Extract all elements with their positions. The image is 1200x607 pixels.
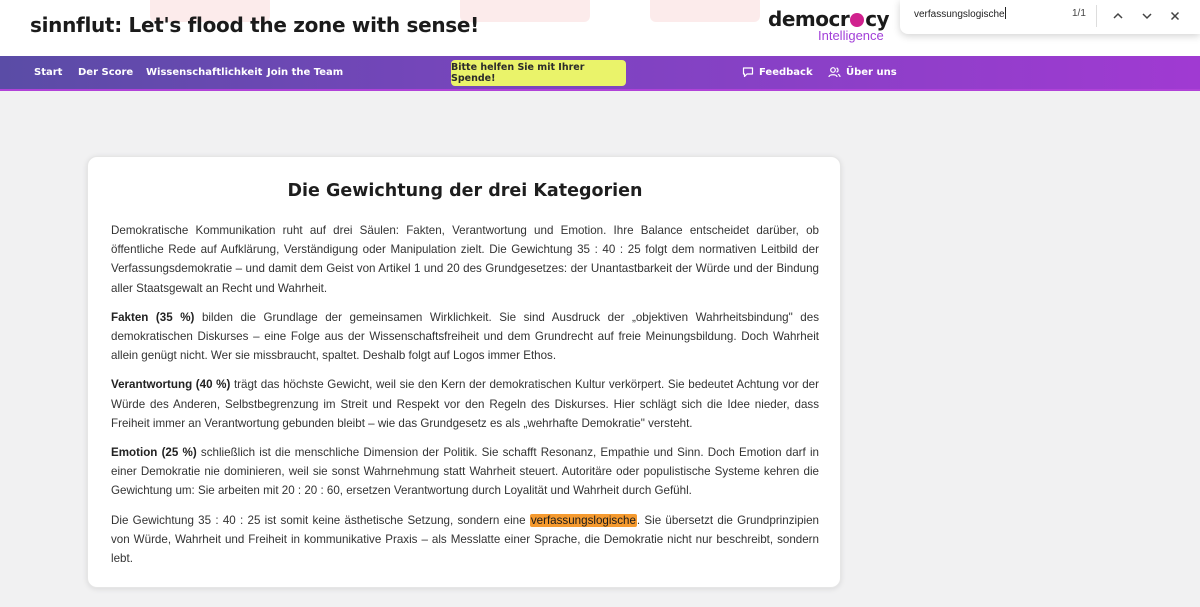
nav-item-start[interactable]: Start <box>34 67 62 78</box>
donate-button[interactable]: Bitte helfen Sie mit Ihrer Spende! <box>451 60 626 86</box>
article-body: Demokratische Kommunikation ruht auf dre… <box>111 221 819 578</box>
find-close-button[interactable] <box>1164 5 1186 27</box>
main-navigation: Start Der Score Wissenschaftlichkeit Joi… <box>0 56 1200 91</box>
paragraph-verantwortung: Verantwortung (40 %) trägt das höchste G… <box>111 378 819 430</box>
logo-dot-icon <box>850 13 865 27</box>
nav-item-join-the-team[interactable]: Join the Team <box>267 67 343 78</box>
users-icon <box>828 67 841 78</box>
paragraph-fakten: Fakten (35 %) bilden die Grundlage der g… <box>111 310 819 363</box>
article-title: Die Gewichtung der drei Kategorien <box>287 181 643 201</box>
find-input[interactable]: verfassungslogische <box>914 7 1006 20</box>
nav-item-wissenschaftlichkeit[interactable]: Wissenschaftlichkeit <box>146 67 262 78</box>
logo-subtitle: Intelligence <box>818 28 884 43</box>
logo-wordmark: democr cy <box>768 7 890 31</box>
close-icon <box>1170 11 1180 21</box>
article-card: Die Gewichtung der drei Kategorien Demok… <box>87 156 841 588</box>
paragraph-conclusion: Die Gewichtung 35 : 40 : 25 ist somit ke… <box>111 513 819 566</box>
about-label: Über uns <box>846 66 897 78</box>
term-emotion: Emotion (25 %) <box>111 446 197 460</box>
find-match-count: 1/1 <box>1072 8 1086 19</box>
chevron-up-icon <box>1113 12 1123 19</box>
faded-header-element <box>460 0 590 22</box>
feedback-label: Feedback <box>759 66 813 78</box>
paragraph-emotion: Emotion (25 %) schließlich ist die mensc… <box>111 446 819 498</box>
find-bar: verfassungslogische 1/1 <box>900 0 1200 34</box>
faded-header-element <box>650 0 760 22</box>
site-title[interactable]: sinnflut: Let's flood the zone with sens… <box>30 13 479 37</box>
search-highlight: verfassungslogische <box>529 513 637 527</box>
feedback-link[interactable]: Feedback <box>742 66 813 78</box>
find-previous-button[interactable] <box>1107 5 1129 27</box>
term-fakten: Fakten (35 %) <box>111 310 195 324</box>
divider <box>1096 5 1097 27</box>
paragraph-intro: Demokratische Kommunikation ruht auf dre… <box>111 224 819 295</box>
about-link[interactable]: Über uns <box>828 66 897 78</box>
logo[interactable]: democr cy Intelligence <box>768 7 898 43</box>
find-next-button[interactable] <box>1136 5 1158 27</box>
nav-item-der-score[interactable]: Der Score <box>78 67 133 78</box>
term-verantwortung: Verantwortung (40 %) <box>111 378 231 392</box>
chat-bubble-icon <box>742 67 754 78</box>
chevron-down-icon <box>1142 13 1152 20</box>
